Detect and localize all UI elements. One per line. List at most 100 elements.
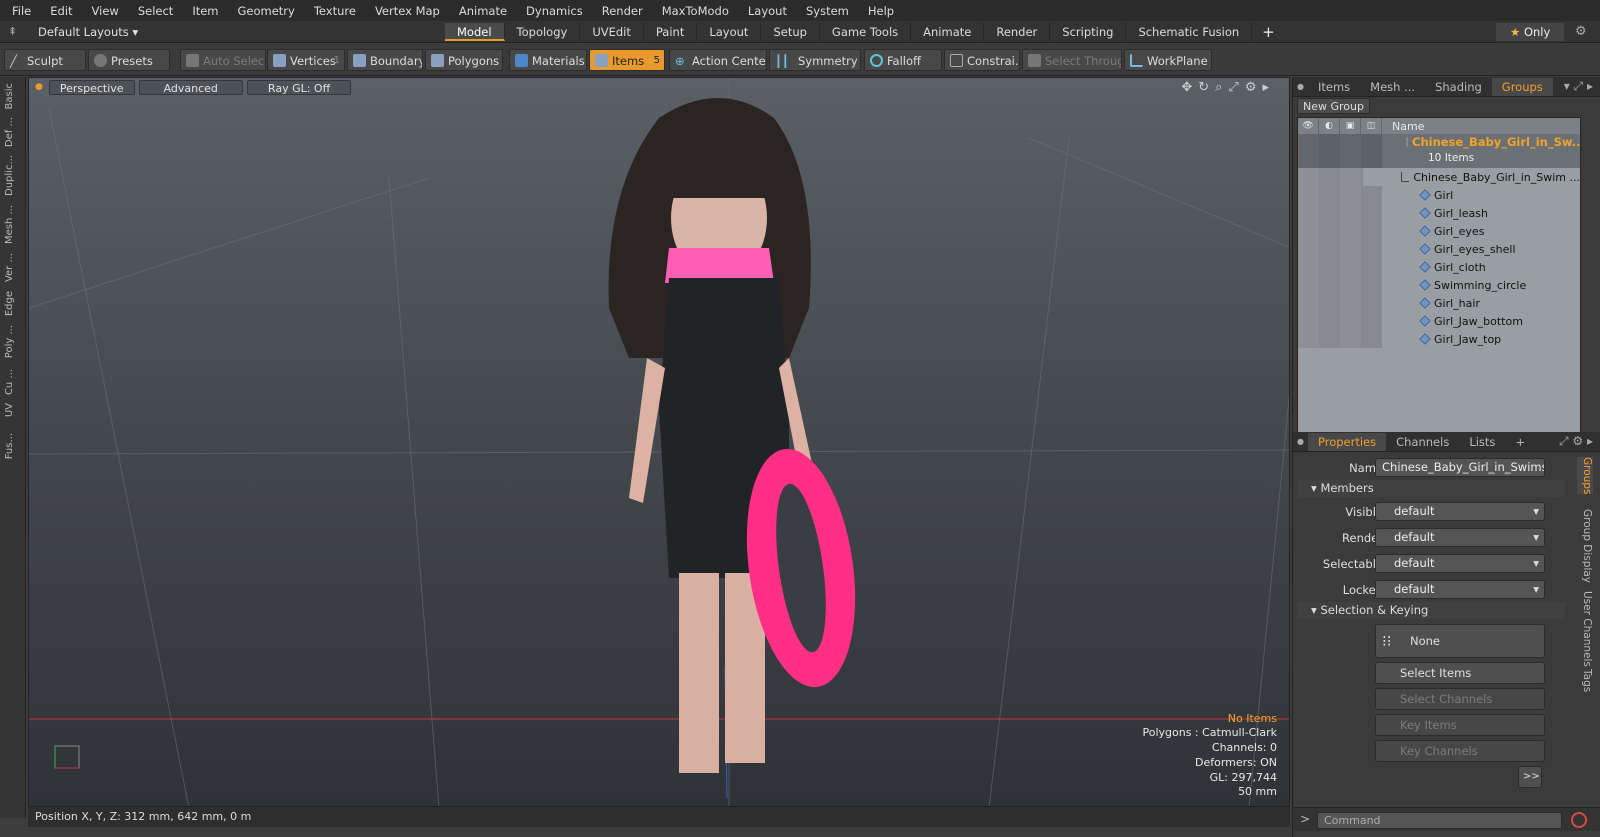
left-tab-uv[interactable]: UV	[4, 403, 22, 417]
rotate-view-icon[interactable]: ↻	[1198, 80, 1209, 95]
workplane-button[interactable]: WorkPlane	[1124, 49, 1212, 71]
left-tab-polygon[interactable]: Poly ...	[4, 325, 22, 358]
panel-expand-icon[interactable]: ▾ ⤢ ▸	[1564, 79, 1593, 94]
menu-file[interactable]: File	[0, 4, 38, 18]
tab-setup[interactable]: Setup	[761, 23, 820, 41]
more-button[interactable]: >>	[1518, 766, 1542, 788]
tab-paint[interactable]: Paint	[644, 23, 698, 41]
menu-layout[interactable]: Layout	[736, 4, 794, 18]
menu-item[interactable]: Item	[180, 4, 225, 18]
polygons-button[interactable]: Polygons	[425, 49, 503, 71]
tab-channels[interactable]: Channels	[1386, 433, 1459, 451]
tab-animate[interactable]: Animate	[911, 23, 985, 41]
record-icon[interactable]	[1571, 812, 1587, 828]
side-tab-group-display[interactable]: Group Display	[1577, 509, 1593, 583]
layout-dropdown[interactable]: Default Layouts ▾	[38, 25, 138, 39]
selection-set-button[interactable]: ⁝⁝ None	[1375, 624, 1545, 658]
menu-animate[interactable]: Animate	[447, 4, 514, 18]
menu-help[interactable]: Help	[856, 4, 901, 18]
constraints-button[interactable]: Constrai...	[944, 49, 1020, 71]
tab-lists[interactable]: Lists	[1459, 433, 1505, 451]
menu-render[interactable]: Render	[590, 4, 650, 18]
fit-view-icon[interactable]: ⤢	[1228, 80, 1238, 95]
select-items-button[interactable]: Select Items	[1375, 662, 1545, 684]
tab-schematic-fusion[interactable]: Schematic Fusion	[1126, 23, 1253, 41]
tab-game-tools[interactable]: Game Tools	[820, 23, 912, 41]
list-item[interactable]: Girl_leash	[1298, 204, 1580, 222]
tab-render[interactable]: Render	[984, 23, 1051, 41]
left-tab-basic[interactable]: Basic	[4, 83, 22, 109]
raygl-button[interactable]: Ray GL: Off	[246, 79, 352, 95]
members-section[interactable]: ▾ Members	[1297, 480, 1565, 497]
boundary-button[interactable]: Boundary	[347, 49, 423, 71]
move-view-icon[interactable]: ✥	[1181, 80, 1192, 95]
symmetry-button[interactable]: ┃┃ Symmetry	[769, 49, 861, 71]
left-tab-deform[interactable]: Def ...	[4, 117, 22, 147]
menu-dynamics[interactable]: Dynamics	[514, 4, 590, 18]
menu-geometry[interactable]: Geometry	[226, 4, 302, 18]
presets-button[interactable]: Presets	[88, 49, 170, 71]
list-item[interactable]: Girl_eyes_shell	[1298, 240, 1580, 258]
render-column-icon[interactable]: ◐	[1319, 118, 1340, 134]
tab-uvedit[interactable]: UVEdit	[580, 23, 644, 41]
key-channels-button[interactable]: Key Channels	[1375, 740, 1545, 762]
key-items-button[interactable]: Key Items	[1375, 714, 1545, 736]
list-item[interactable]: Girl_hair	[1298, 294, 1580, 312]
list-item[interactable]: Girl	[1298, 186, 1580, 204]
list-item[interactable]: Girl_Jaw_top	[1298, 330, 1580, 348]
render-select[interactable]: default ▾	[1375, 528, 1545, 547]
lock-column-icon[interactable]: ▣	[1340, 118, 1361, 134]
perspective-button[interactable]: Perspective	[48, 79, 135, 95]
side-tab-groups[interactable]: Groups	[1577, 457, 1593, 495]
select-through-button[interactable]: Select Through	[1022, 49, 1122, 71]
tab-shading[interactable]: Shading	[1425, 78, 1492, 96]
materials-button[interactable]: Materials	[509, 49, 587, 71]
tab-mesh[interactable]: Mesh ...	[1360, 78, 1425, 96]
list-item[interactable]: Swimming_circle	[1298, 276, 1580, 294]
menu-system[interactable]: System	[794, 4, 856, 18]
tab-groups[interactable]: Groups	[1491, 78, 1553, 96]
new-group-button[interactable]: New Group	[1297, 98, 1370, 114]
side-tab-user-channels[interactable]: User Channels	[1577, 591, 1593, 667]
panel-dot-icon[interactable]: ●	[1293, 78, 1308, 96]
left-tab-edge[interactable]: Edge	[4, 291, 22, 316]
tab-properties[interactable]: Properties	[1307, 433, 1387, 451]
group-row[interactable]: Chinese_Baby_Girl_in_Sw... 10 Items	[1298, 134, 1580, 168]
props-expand-icon[interactable]: ⤢ ⚙ ▸	[1559, 434, 1593, 449]
tab-model[interactable]: Model	[445, 23, 505, 41]
viewport-dot-icon[interactable]: ●	[35, 82, 43, 92]
left-tab-curve[interactable]: Cu ...	[4, 369, 22, 395]
list-item[interactable]: Girl_cloth	[1298, 258, 1580, 276]
only-toggle[interactable]: ★ Only	[1496, 23, 1564, 41]
visible-select[interactable]: default ▾	[1375, 502, 1545, 521]
viewport-gear-icon[interactable]: ⚙	[1245, 80, 1257, 95]
locked-select[interactable]: default ▾	[1375, 580, 1545, 599]
selectable-select[interactable]: default ▾	[1375, 554, 1545, 573]
menu-edit[interactable]: Edit	[38, 4, 79, 18]
list-item[interactable]: Chinese_Baby_Girl_in_Swim ...	[1298, 168, 1580, 186]
falloff-button[interactable]: Falloff	[864, 49, 942, 71]
menu-select[interactable]: Select	[126, 4, 180, 18]
viewport-expand-icon[interactable]: ▸	[1262, 80, 1269, 95]
menu-vertex-map[interactable]: Vertex Map	[363, 4, 447, 18]
tab-topology[interactable]: Topology	[505, 23, 581, 41]
tab-layout[interactable]: Layout	[697, 23, 762, 41]
sculpt-button[interactable]: ╱ Sculpt	[4, 49, 86, 71]
menu-view[interactable]: View	[80, 4, 126, 18]
pin-icon[interactable]: ⇞	[8, 25, 17, 38]
left-tab-duplicate[interactable]: Duplic...	[4, 155, 22, 196]
visibility-column-icon[interactable]: 👁	[1298, 118, 1319, 134]
select-column-icon[interactable]: ◫	[1361, 118, 1382, 134]
command-input[interactable]: Command	[1317, 812, 1562, 829]
tab-scripting[interactable]: Scripting	[1050, 23, 1127, 41]
left-tab-fusion[interactable]: Fus...	[4, 433, 22, 459]
list-item[interactable]: Girl_Jaw_bottom	[1298, 312, 1580, 330]
advanced-button[interactable]: Advanced	[138, 79, 243, 95]
selection-keying-section[interactable]: ▾ Selection & Keying	[1297, 602, 1565, 619]
action-center-button[interactable]: ⊕ Action Center	[669, 49, 767, 71]
items-button[interactable]: Items 5	[589, 49, 665, 71]
left-tab-mesh[interactable]: Mesh ...	[4, 205, 22, 244]
menu-maxtomodo[interactable]: MaxToModo	[650, 4, 736, 18]
gear-icon[interactable]: ⚙	[1575, 24, 1587, 39]
tab-items[interactable]: Items	[1308, 78, 1360, 96]
